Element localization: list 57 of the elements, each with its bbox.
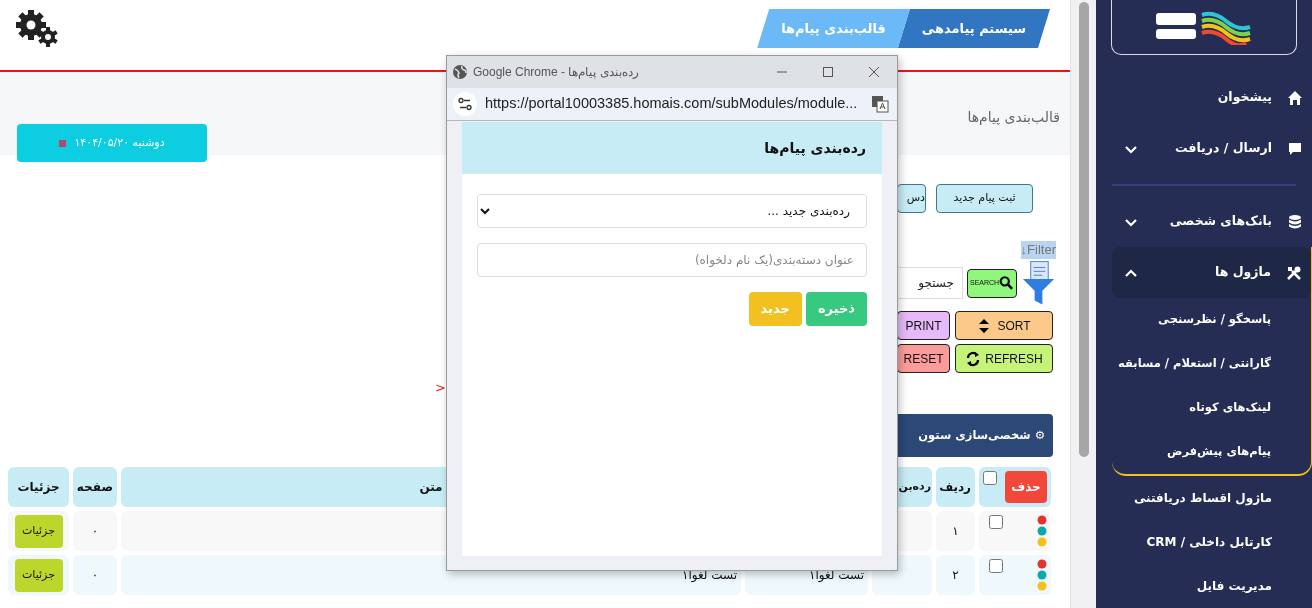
column-header: جزئیات — [8, 467, 69, 507]
table-cell: ۱ — [936, 511, 975, 551]
customize-columns-button[interactable]: ⚙ شخصی‌سازی ستون — [895, 414, 1053, 457]
close-icon[interactable] — [868, 66, 880, 78]
select-all-checkbox[interactable] — [983, 471, 997, 485]
category-name-field[interactable]: عنوان دسته‌بندی(یک نام دلخواه) — [477, 243, 867, 277]
submenu-item[interactable]: گارانتی / استعلام / مسابقه — [1112, 342, 1311, 386]
search-icon — [999, 274, 1014, 292]
submenu-item[interactable]: پاسخگو / نظرسنجی — [1112, 298, 1311, 342]
chat-icon — [1287, 140, 1303, 157]
window-title: Google Chrome - رده‌بندی پیام‌ها — [473, 64, 639, 81]
toolbar-button[interactable]: دس — [897, 184, 926, 213]
sidebar-item[interactable]: مدیریت فایل — [1096, 564, 1312, 608]
details-button[interactable]: جزئیات — [14, 514, 63, 548]
action-button[interactable]: RESET — [897, 344, 950, 373]
details-button[interactable]: جزئیات — [14, 558, 63, 592]
row-checkbox[interactable] — [989, 559, 1003, 573]
home-icon — [1287, 89, 1303, 106]
action-button[interactable]: SORT — [955, 311, 1053, 340]
submenu-item[interactable]: لینک‌های کوتاه — [1112, 386, 1311, 430]
sidebar-item[interactable]: ماژول اقساط دریافتنی — [1096, 476, 1312, 520]
column-header: صفحه — [73, 467, 117, 507]
toolbar-button[interactable]: ثبت پیام جدید — [936, 184, 1033, 213]
table-cell: ۰ — [73, 555, 117, 595]
url-text: https://portal10003385.homais.com/subModules/module... — [485, 94, 858, 114]
maximize-icon[interactable] — [822, 66, 834, 78]
status-lights-icon — [1037, 515, 1047, 547]
search-field[interactable]: جستجو — [895, 267, 963, 299]
sidebar-item[interactable]: ماژول ها — [1112, 247, 1311, 298]
sidebar-item[interactable]: پیشخوان — [1112, 72, 1312, 123]
funnel-icon — [1021, 259, 1056, 307]
row-checkbox[interactable] — [989, 515, 1003, 529]
column-header: ردیف — [936, 467, 975, 507]
globe-icon — [452, 64, 468, 80]
pager-arrow[interactable]: < — [435, 378, 446, 398]
sidebar-item[interactable]: بانک‌های شخصی — [1112, 196, 1312, 247]
breadcrumb-tab[interactable]: سیستم پیامدهی — [897, 9, 1050, 48]
dialog-heading: رده‌بندی پیام‌ها — [462, 122, 882, 174]
calendar-icon — [59, 139, 67, 147]
delete-button[interactable]: حذف — [1005, 471, 1047, 503]
status-lights-icon — [1037, 559, 1047, 591]
submenu-item[interactable]: پیام‌های پیش‌فرض — [1112, 430, 1311, 474]
table-cell: ۲ — [936, 555, 975, 595]
action-button[interactable]: PRINT — [897, 311, 950, 340]
refresh-icon — [965, 350, 982, 367]
translate-icon — [871, 95, 889, 113]
scrollbar[interactable] — [1078, 2, 1089, 457]
database-icon — [1287, 213, 1303, 230]
sidebar-item[interactable]: کارتابل داخلی / CRM — [1096, 520, 1312, 564]
page-title: قالب‌بندی پیام‌ها — [967, 108, 1060, 127]
sidebar-item[interactable]: ارسال / دریافت — [1112, 123, 1312, 174]
tools-icon — [1286, 264, 1302, 281]
site-settings-icon — [453, 92, 477, 116]
settings-icon — [15, 8, 59, 48]
table-cell: ۰ — [73, 511, 117, 551]
action-button[interactable]: REFRESH — [955, 344, 1053, 373]
category-select[interactable]: رده‌بندی جدید ... — [477, 194, 867, 228]
